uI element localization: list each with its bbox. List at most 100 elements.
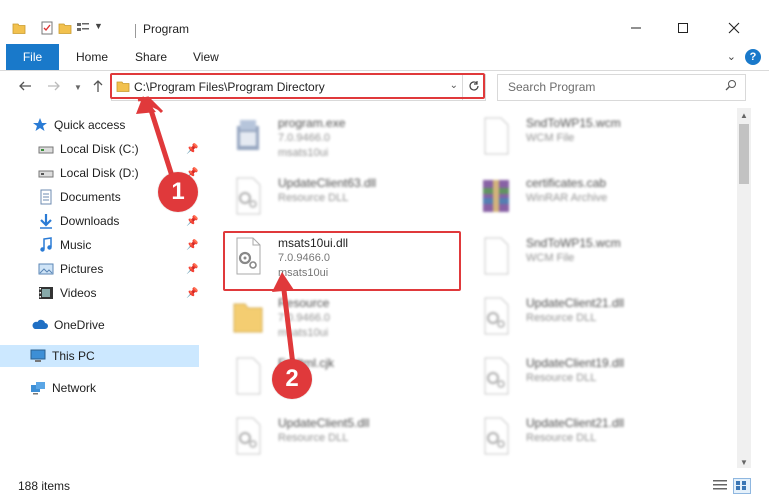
sidebar-item-this-pc[interactable]: This PC [0, 345, 199, 367]
drive-icon [38, 165, 54, 181]
sidebar-item-music[interactable]: Music 📌 [0, 234, 199, 256]
computer-icon [30, 348, 46, 364]
file-name: Resource [278, 296, 330, 310]
pin-icon[interactable]: 📌 [186, 288, 198, 299]
step-1-badge: 1 [158, 172, 198, 212]
ribbon-tabs: File Home Share View ⌄ ? [0, 44, 769, 71]
file-item[interactable]: program.exe 7.0.9466.0 msats10ui [223, 112, 463, 170]
pictures-icon [38, 261, 54, 277]
file-description: msats10ui [278, 147, 329, 159]
file-type: Resource DLL [526, 372, 597, 384]
help-icon[interactable]: ? [745, 49, 761, 65]
folder-icon[interactable] [12, 21, 26, 35]
sidebar-item-label: Pictures [60, 262, 104, 276]
file-item[interactable]: UpdateClient21.dll Resource DLL [471, 412, 711, 468]
file-name: UpdateClient5.dll [278, 416, 370, 430]
minimize-button[interactable] [613, 14, 659, 44]
file-name: SndToWP15.wcm [526, 116, 621, 130]
view-options-icon[interactable] [76, 21, 90, 35]
file-version: 7.0.9466.0 [278, 312, 330, 324]
chevron-down-icon[interactable]: ▼ [94, 21, 108, 35]
quick-access-toolbar: ▼ [12, 21, 108, 35]
sidebar-item-videos[interactable]: Videos 📌 [0, 282, 199, 304]
details-view-icon[interactable] [712, 478, 728, 492]
file-item[interactable]: SndToWP15.wcm WCM File [471, 112, 711, 170]
sidebar-item-pictures[interactable]: Pictures 📌 [0, 258, 199, 280]
title-separator [135, 24, 136, 38]
scroll-up-icon[interactable]: ▲ [740, 111, 748, 120]
file-type: WCM File [526, 132, 575, 144]
navigation-pane: Quick access Local Disk (C:) 📌 Local Dis… [0, 108, 205, 468]
file-item[interactable]: UpdateClient63.dll Resource DLL [223, 172, 463, 230]
dll-gear-icon [479, 356, 513, 396]
file-type: WCM File [526, 252, 575, 264]
sidebar-item-local-disk-c[interactable]: Local Disk (C:) 📌 [0, 138, 199, 160]
file-item[interactable]: UpdateClient5.dll Resource DLL [223, 412, 463, 468]
window-title: Program [143, 22, 190, 36]
winrar-archive-icon [479, 176, 513, 216]
file-item[interactable]: FxHtml.cjk [223, 352, 463, 410]
document-icon [479, 236, 513, 276]
forward-arrow-icon[interactable] [47, 79, 61, 97]
search-icon[interactable] [725, 79, 737, 94]
file-item[interactable]: Resource 7.0.9466.0 msats10ui [223, 292, 463, 350]
sidebar-item-label: Music [60, 238, 92, 252]
new-folder-icon[interactable] [58, 21, 72, 35]
pin-icon[interactable]: 📌 [186, 216, 198, 227]
documents-icon [38, 189, 54, 205]
back-arrow-icon[interactable] [18, 79, 32, 97]
drive-icon [38, 141, 54, 157]
properties-icon[interactable] [40, 21, 54, 35]
file-type: WinRAR Archive [526, 192, 608, 204]
file-item[interactable]: UpdateClient21.dll Resource DLL [471, 292, 711, 350]
status-bar: 188 items [0, 474, 769, 504]
tab-home[interactable]: Home [76, 50, 108, 64]
file-item[interactable]: UpdateClient19.dll Resource DLL [471, 352, 711, 410]
tab-file[interactable]: File [6, 44, 59, 70]
recent-locations-icon[interactable]: ▼ [74, 83, 82, 92]
maximize-button[interactable] [660, 14, 706, 44]
file-name: UpdateClient21.dll [526, 296, 625, 310]
file-item[interactable]: SndToWP15.wcm WCM File [471, 232, 711, 290]
item-count: 188 items [18, 479, 71, 493]
address-bar-highlight [110, 73, 485, 99]
file-name: certificates.cab [526, 176, 607, 190]
downloads-icon [38, 213, 54, 229]
videos-icon [38, 285, 54, 301]
file-name: UpdateClient19.dll [526, 356, 625, 370]
star-icon [32, 117, 48, 133]
close-icon [728, 22, 740, 37]
search-box[interactable] [497, 74, 746, 101]
tab-share[interactable]: Share [135, 50, 167, 64]
pin-icon[interactable]: 📌 [186, 144, 198, 155]
up-arrow-icon[interactable] [91, 79, 105, 97]
sidebar-item-network[interactable]: Network [0, 377, 199, 399]
pin-icon[interactable]: 📌 [186, 240, 198, 251]
document-icon [479, 116, 513, 156]
dll-gear-icon [231, 176, 265, 216]
scrollbar-thumb[interactable] [739, 124, 749, 184]
sidebar-item-downloads[interactable]: Downloads 📌 [0, 210, 199, 232]
network-icon [30, 380, 46, 396]
vertical-scrollbar[interactable]: ▲ ▼ [737, 108, 751, 468]
maximize-icon [677, 22, 689, 37]
sidebar-item-label: Documents [60, 190, 121, 204]
sidebar-item-label: This PC [52, 349, 95, 363]
sidebar-item-quick-access[interactable]: Quick access [0, 114, 199, 136]
pin-icon[interactable]: 📌 [186, 264, 198, 275]
search-input[interactable] [506, 79, 720, 95]
sidebar-item-label: Quick access [54, 118, 126, 132]
sidebar-item-onedrive[interactable]: OneDrive [0, 314, 199, 336]
folder-icon [231, 296, 265, 336]
file-name: UpdateClient63.dll [278, 176, 377, 190]
scroll-down-icon[interactable]: ▼ [740, 458, 748, 467]
large-icons-view-icon[interactable] [733, 478, 751, 494]
dll-gear-icon [479, 296, 513, 336]
tab-view[interactable]: View [193, 50, 219, 64]
dll-gear-icon [231, 416, 265, 456]
file-type: Resource DLL [278, 432, 349, 444]
file-highlight-box [223, 231, 461, 291]
expand-ribbon-icon[interactable]: ⌄ [727, 50, 736, 63]
file-item[interactable]: certificates.cab WinRAR Archive [471, 172, 711, 230]
close-button[interactable] [711, 14, 757, 44]
